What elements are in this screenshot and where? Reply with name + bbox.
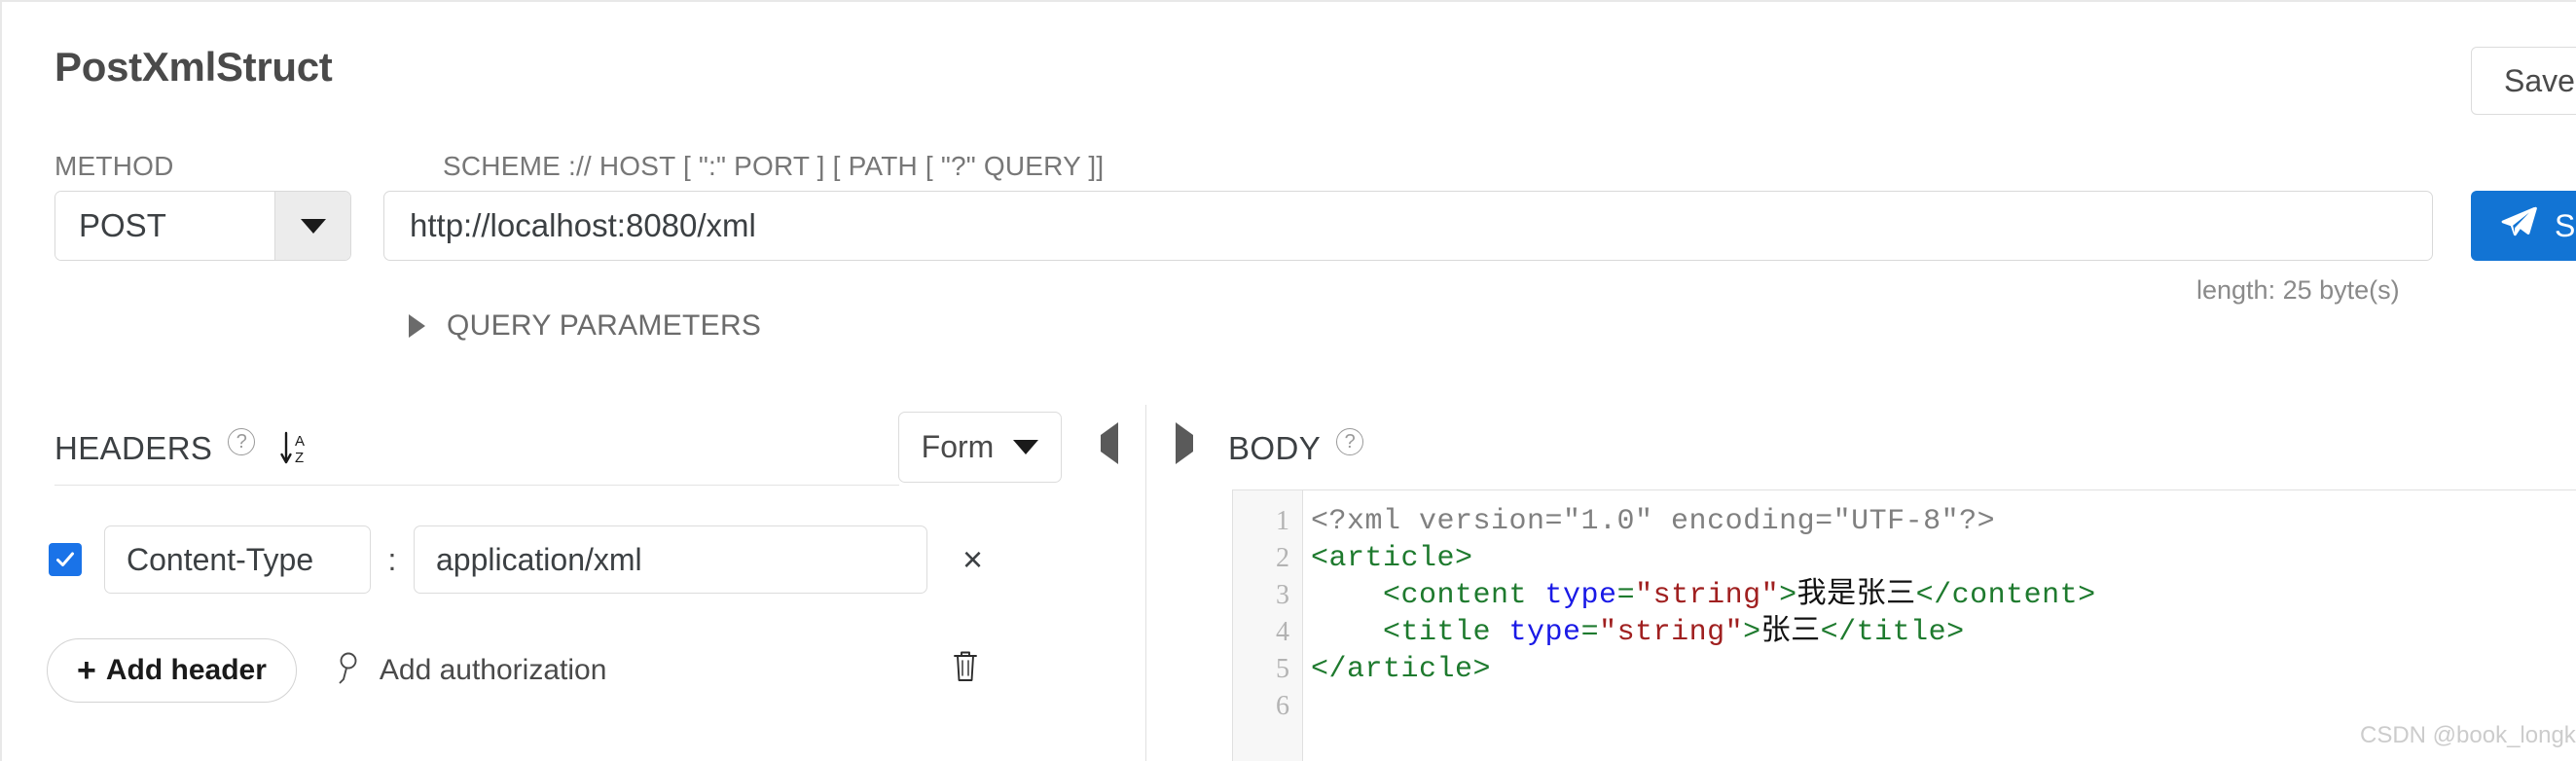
header-key-input[interactable]: [104, 525, 371, 594]
query-parameters-label: QUERY PARAMETERS: [447, 309, 762, 342]
code-token: type: [1544, 579, 1617, 612]
url-input[interactable]: [383, 191, 2433, 261]
query-parameters-toggle[interactable]: QUERY PARAMETERS: [409, 309, 761, 343]
code-token: <title: [1311, 616, 1509, 649]
window-top-border: [0, 0, 2576, 2]
code-token: 我是张三: [1796, 579, 1916, 612]
send-button[interactable]: Send: [2471, 191, 2576, 261]
code-token: </article>: [1311, 653, 1492, 686]
svg-text:A: A: [295, 433, 305, 450]
code-token: =: [1580, 616, 1600, 649]
method-select-toggle[interactable]: [274, 192, 350, 260]
code-token: >: [1743, 616, 1761, 649]
paper-plane-icon: [2500, 203, 2537, 248]
watermark: CSDN @book_longker: [2360, 722, 2576, 748]
code-token: =: [1616, 579, 1636, 612]
key-icon: [334, 650, 363, 692]
save-button[interactable]: Save: [2471, 47, 2576, 115]
chevron-down-icon: [300, 218, 326, 234]
remove-header-button[interactable]: ×: [962, 542, 983, 577]
headers-view-mode-select[interactable]: Form: [898, 412, 1062, 483]
body-section-header: BODY ?: [1228, 428, 1364, 469]
add-authorization-label: Add authorization: [379, 654, 607, 686]
header-row: : ×: [49, 525, 983, 594]
headers-view-mode-value: Form: [921, 429, 995, 464]
method-select[interactable]: POST: [54, 191, 351, 261]
code-token: >: [1779, 579, 1797, 612]
question-mark-icon[interactable]: ?: [228, 428, 256, 455]
triangle-right-icon: [1176, 422, 1193, 464]
code-token: ″string″: [1635, 579, 1780, 612]
expand-body-panel-button[interactable]: [1176, 422, 1193, 464]
method-label: METHOD: [54, 151, 174, 181]
line-number: 3: [1276, 580, 1289, 610]
trash-icon: [949, 651, 982, 689]
line-number: 5: [1276, 654, 1289, 684]
line-number: 2: [1276, 543, 1289, 573]
url-format-label: SCHEME :// HOST [ ":" PORT ] [ PATH [ "?…: [443, 151, 1105, 181]
url-length-text: length: 25 byte(s): [2196, 275, 2400, 305]
header-separator: :: [387, 541, 397, 577]
triangle-right-icon: [409, 314, 425, 338]
code-token: <article>: [1311, 542, 1473, 575]
chevron-down-icon: [1013, 440, 1039, 454]
headers-section-header: HEADERS ? A Z: [54, 428, 311, 469]
code-line: </article>: [1311, 651, 2576, 688]
header-enabled-checkbox[interactable]: [49, 543, 82, 576]
save-button-label: Save: [2504, 62, 2575, 98]
line-number: 6: [1276, 691, 1289, 721]
delete-all-headers-button[interactable]: [949, 646, 982, 690]
collapse-headers-panel-button[interactable]: [1101, 422, 1118, 464]
code-token: <?xml version=″1.0″ encoding=″UTF-8″?>: [1311, 505, 1996, 538]
code-line: <?xml version=″1.0″ encoding=″UTF-8″?>: [1311, 503, 2576, 540]
code-line: <content type=″string″>我是张三</content>: [1311, 577, 2576, 614]
send-button-label: Send: [2555, 207, 2576, 243]
code-token: </title>: [1820, 616, 1965, 649]
add-header-label: Add header: [105, 654, 267, 686]
code-token: <content: [1311, 579, 1545, 612]
panel-divider: [1145, 405, 1146, 761]
code-token: type: [1508, 616, 1581, 649]
headers-title: HEADERS: [54, 430, 213, 466]
triangle-left-icon: [1101, 422, 1118, 464]
code-token: ″string″: [1599, 616, 1744, 649]
line-number: 1: [1276, 506, 1289, 536]
sort-alpha-down-icon[interactable]: A Z: [278, 429, 311, 468]
body-title: BODY: [1228, 430, 1322, 466]
page-title: PostXmlStruct: [54, 44, 333, 90]
code-line: <article>: [1311, 540, 2576, 577]
line-number-gutter: 1 2 3 4 5 6: [1233, 490, 1303, 761]
svg-text:Z: Z: [295, 450, 304, 466]
headers-actions: + Add header Add authorization: [47, 638, 606, 703]
headers-divider: [54, 485, 899, 486]
body-code-editor[interactable]: 1 2 3 4 5 6 <?xml version=″1.0″ encoding=″UTF…: [1232, 489, 2576, 761]
code-token: </content>: [1915, 579, 2096, 612]
code-line: <title type=″string″>张三</title>: [1311, 614, 2576, 651]
method-select-value: POST: [55, 192, 274, 260]
header-value-input[interactable]: [414, 525, 927, 594]
add-header-button[interactable]: + Add header: [47, 638, 297, 703]
question-mark-icon[interactable]: ?: [1336, 428, 1364, 455]
plus-icon: +: [77, 652, 96, 689]
code-content[interactable]: <?xml version=″1.0″ encoding=″UTF-8″?> <a…: [1303, 490, 2576, 761]
window-left-border: [0, 0, 2, 761]
line-number: 4: [1276, 617, 1289, 647]
add-authorization-button[interactable]: Add authorization: [334, 650, 607, 692]
code-token: 张三: [1760, 616, 1821, 649]
